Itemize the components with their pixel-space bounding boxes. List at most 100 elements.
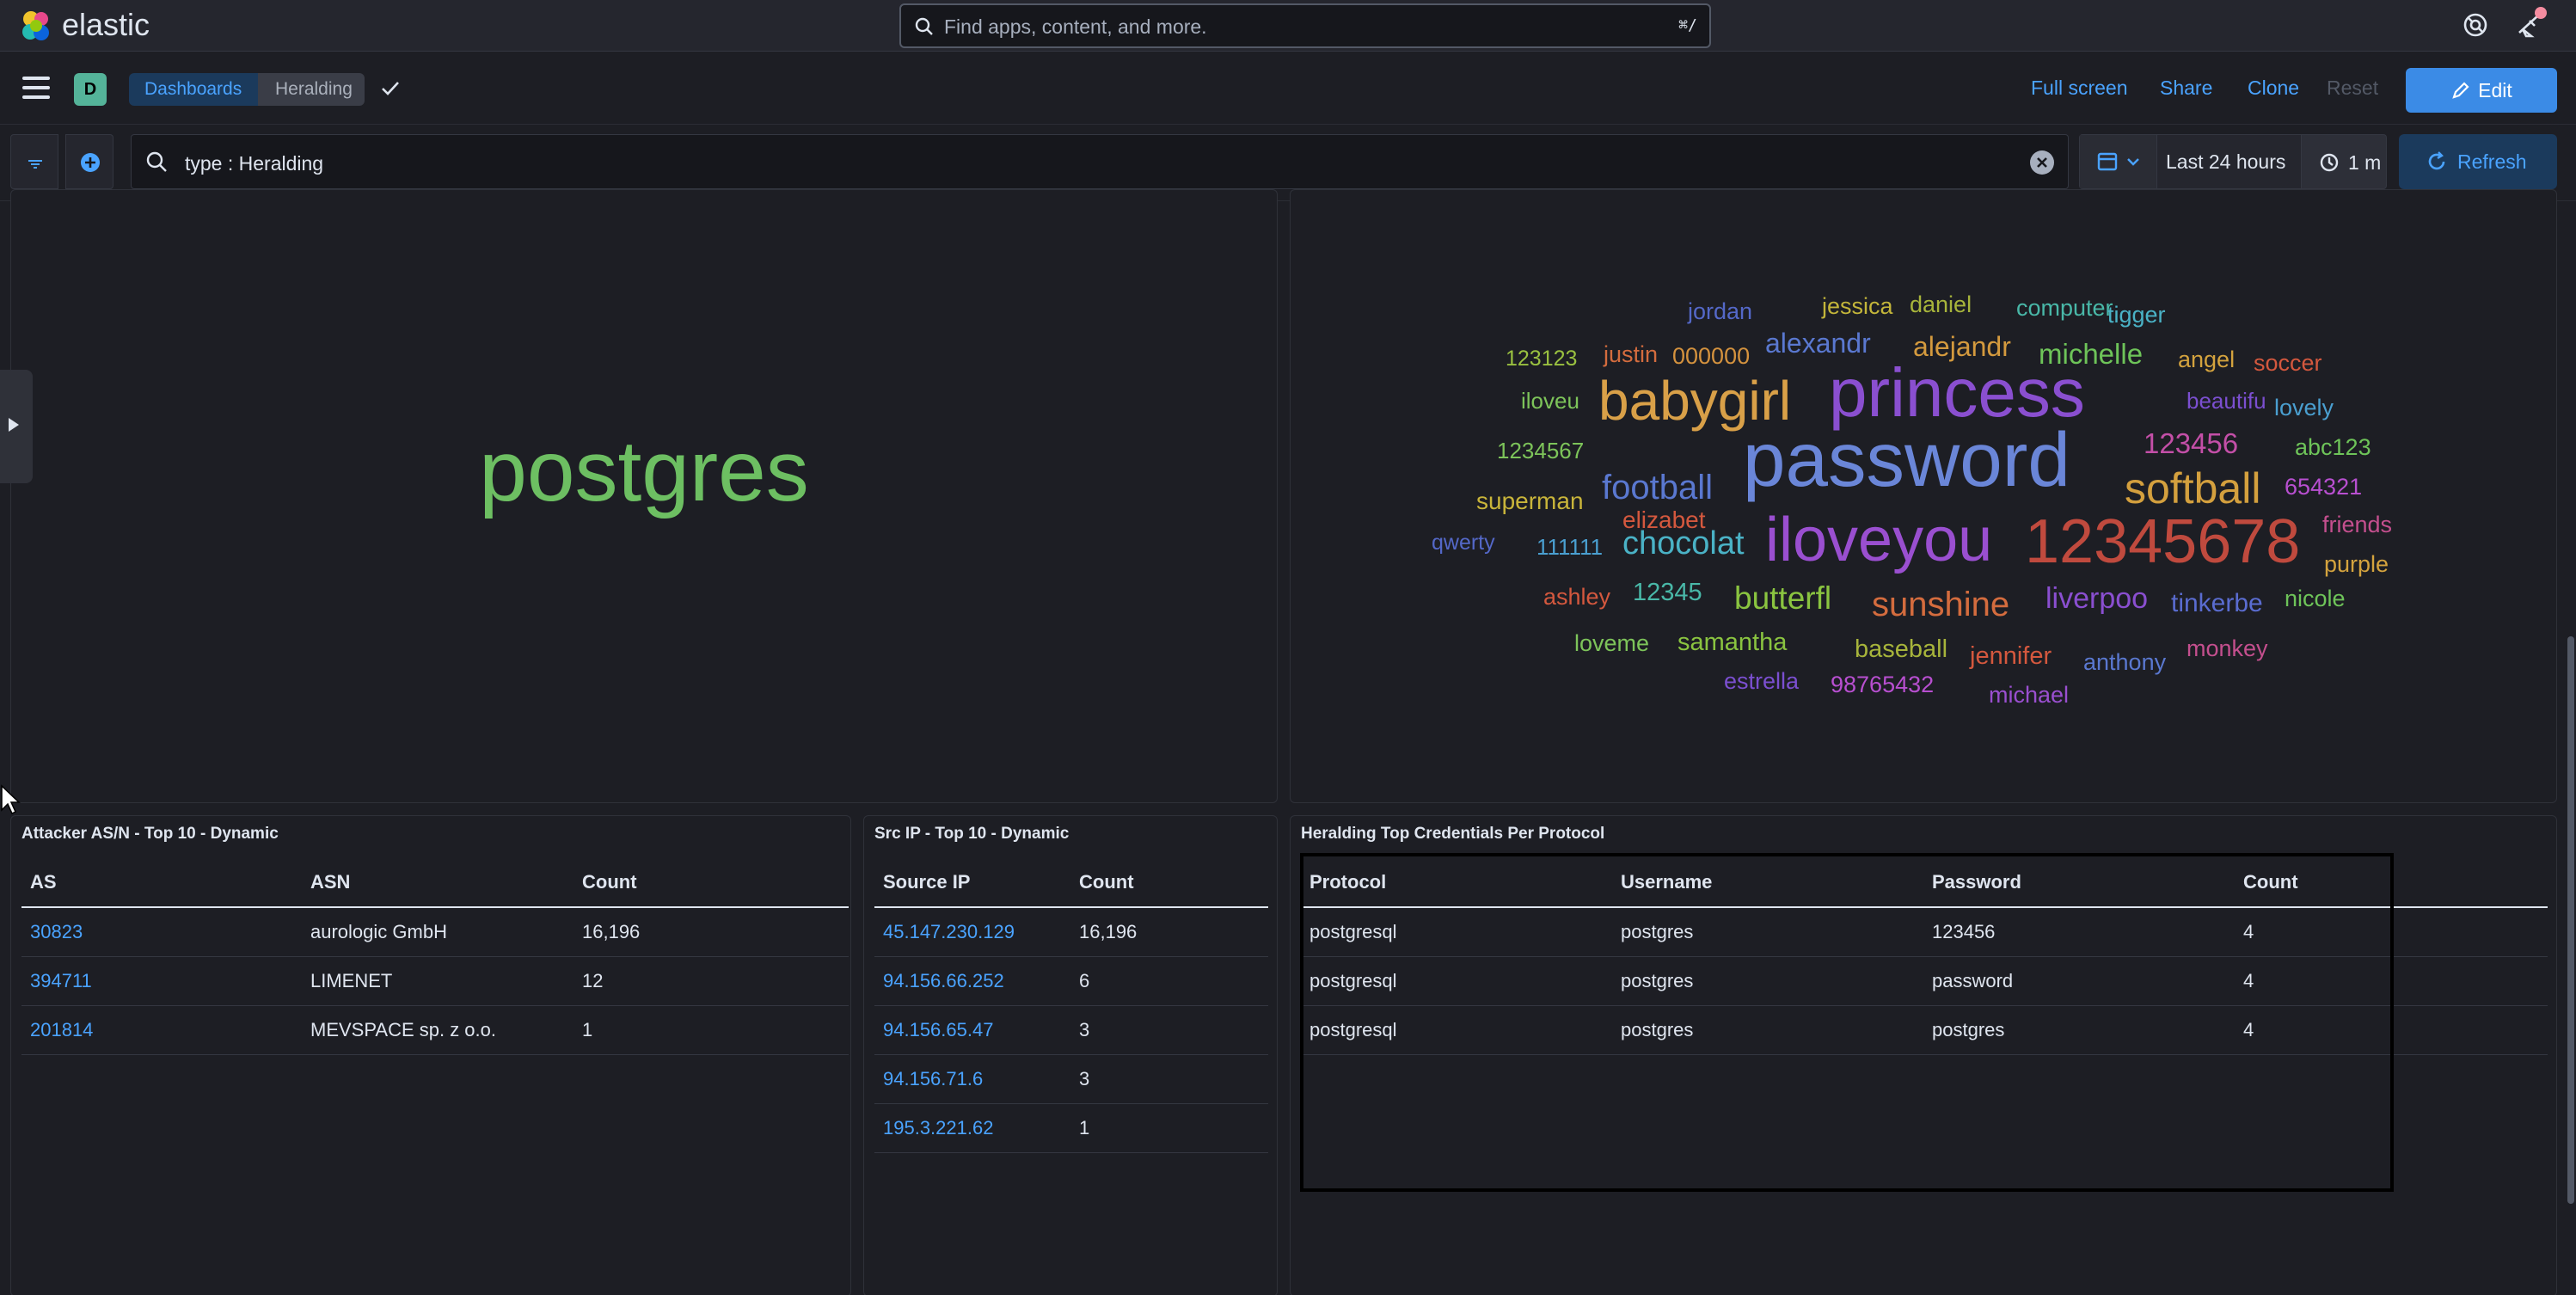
tagcloud-word[interactable]: baseball — [1855, 635, 1947, 664]
tagcloud-word[interactable]: 123123 — [1506, 347, 1577, 371]
full-screen-link[interactable]: Full screen — [2031, 77, 2127, 100]
tagcloud-word[interactable]: 654321 — [2285, 474, 2362, 500]
news-feed-button[interactable] — [2514, 7, 2547, 40]
tagcloud-word[interactable]: jennifer — [1970, 642, 2052, 671]
tagcloud-word[interactable]: superman — [1476, 488, 1584, 515]
tagcloud-word[interactable]: samantha — [1677, 629, 1787, 657]
tagcloud-word[interactable]: 111111 — [1536, 534, 1603, 561]
tagcloud-word[interactable]: 12345 — [1633, 579, 1702, 607]
tagcloud-word[interactable]: michael — [1989, 682, 2069, 709]
date-range-label[interactable]: Last 24 hours — [2166, 150, 2285, 174]
clone-link[interactable]: Clone — [2248, 77, 2299, 100]
tagcloud-word[interactable]: qwerty — [1432, 531, 1495, 555]
tagcloud-word[interactable]: friends — [2322, 512, 2392, 538]
column-header[interactable]: Count — [573, 857, 849, 908]
tagcloud-word[interactable]: liverpoo — [2045, 582, 2148, 616]
tagcloud-word[interactable]: estrella — [1724, 668, 1799, 695]
edit-button[interactable]: Edit — [2406, 68, 2557, 113]
share-link[interactable]: Share — [2160, 77, 2212, 100]
elastic-logo-icon[interactable] — [19, 9, 53, 43]
panel-expand-tab[interactable] — [0, 370, 33, 483]
global-header: elastic Find apps, content, and more. ⌘/ — [0, 0, 2576, 52]
tagcloud-word[interactable]: lovely — [2274, 395, 2334, 421]
as-cell[interactable]: 201814 — [21, 1005, 302, 1055]
tagcloud-word[interactable]: iloveyou — [1765, 505, 1992, 575]
app-navbar: D Dashboards Heralding Full screen Share… — [0, 52, 2576, 125]
password-tagcloud: jordan jessica daniel computer tigger 123123 j… — [1291, 190, 2558, 804]
quick-select-button[interactable] — [2080, 135, 2157, 188]
global-search[interactable]: Find apps, content, and more. ⌘/ — [899, 3, 1711, 48]
global-search-input[interactable]: Find apps, content, and more. — [944, 15, 1207, 39]
table-row: 94.156.66.252 6 — [874, 956, 1268, 1006]
ip-cell[interactable]: 94.156.71.6 — [874, 1054, 1070, 1104]
help-icon[interactable] — [2461, 10, 2490, 40]
table-row: 45.147.230.129 16,196 — [874, 907, 1268, 957]
tagcloud-word[interactable]: justin — [1604, 341, 1658, 368]
tagcloud-word[interactable]: password — [1743, 415, 2070, 504]
date-picker[interactable]: Last 24 hours — [2079, 134, 2315, 189]
clear-icon[interactable] — [2030, 150, 2054, 175]
breadcrumb-dashboards[interactable]: Dashboards — [129, 73, 258, 106]
space-avatar[interactable]: D — [74, 73, 107, 106]
tagcloud-word[interactable]: abc123 — [2295, 434, 2371, 461]
tagcloud-word[interactable]: football — [1602, 469, 1713, 507]
tagcloud-word[interactable]: tigger — [2107, 302, 2166, 328]
tagcloud-word[interactable]: loveme — [1574, 630, 1649, 657]
add-filter-button[interactable] — [65, 134, 113, 189]
tagcloud-word[interactable]: soccer — [2254, 350, 2322, 377]
query-text[interactable]: type : Heralding — [185, 152, 323, 175]
tagcloud-word[interactable]: angel — [2178, 347, 2235, 373]
reset-link[interactable]: Reset — [2327, 77, 2378, 100]
notification-dot — [2535, 7, 2547, 19]
menu-icon[interactable] — [22, 77, 50, 99]
panel-title: Src IP - Top 10 - Dynamic — [874, 825, 1070, 843]
asn-cell: aurologic GmbH — [302, 907, 573, 957]
tagcloud-word[interactable]: 12345678 — [2025, 506, 2300, 577]
pencil-icon — [2452, 82, 2469, 99]
interval-label: 1 m — [2348, 151, 2382, 174]
column-header[interactable]: Count — [1070, 857, 1268, 908]
refresh-button[interactable]: Refresh — [2399, 134, 2557, 189]
refresh-interval[interactable]: 1 m — [2301, 134, 2387, 189]
filter-menu-button[interactable] — [10, 134, 58, 189]
table-row: 201814 MEVSPACE sp. z o.o. 1 — [21, 1005, 849, 1055]
tagcloud-word[interactable]: butterfl — [1734, 580, 1831, 617]
tagcloud-word[interactable]: tinkerbe — [2171, 589, 2263, 618]
query-input[interactable]: type : Heralding — [131, 134, 2069, 189]
tagcloud-word[interactable]: anthony — [2083, 649, 2166, 676]
refresh-icon — [2428, 151, 2445, 170]
tagcloud-word[interactable]: postgres — [11, 422, 1277, 521]
tagcloud-word[interactable]: jessica — [1822, 293, 1893, 320]
column-header[interactable]: AS — [21, 857, 302, 908]
count-cell: 1 — [1070, 1103, 1268, 1153]
filter-icon — [28, 160, 42, 169]
tagcloud-word[interactable]: 123456 — [2144, 427, 2238, 460]
tagcloud-word[interactable]: 98765432 — [1831, 672, 1934, 698]
ip-cell[interactable]: 45.147.230.129 — [874, 907, 1070, 957]
column-header[interactable]: Source IP — [874, 857, 1070, 908]
tagcloud-word[interactable]: chocolat — [1622, 525, 1745, 562]
tagcloud-word[interactable]: ashley — [1543, 584, 1610, 611]
kibana-dashboard: elastic Find apps, content, and more. ⌘/… — [0, 0, 2576, 1295]
plus-circle-icon — [81, 153, 100, 172]
page-scrollbar[interactable] — [2567, 636, 2574, 1204]
tagcloud-word[interactable]: 1234567 — [1497, 438, 1584, 464]
tagcloud-word[interactable]: sunshine — [1872, 586, 2009, 624]
ip-cell[interactable]: 94.156.65.47 — [874, 1005, 1070, 1055]
column-header[interactable]: ASN — [302, 857, 573, 908]
tagcloud-word[interactable]: jordan — [1688, 298, 1752, 325]
asn-cell: MEVSPACE sp. z o.o. — [302, 1005, 573, 1055]
as-cell[interactable]: 394711 — [21, 956, 302, 1006]
tagcloud-word[interactable]: daniel — [1910, 292, 1972, 318]
tagcloud-word[interactable]: beautifu — [2187, 388, 2266, 414]
tagcloud-word[interactable]: purple — [2324, 551, 2389, 578]
tagcloud-word[interactable]: monkey — [2187, 635, 2268, 662]
tagcloud-word[interactable]: iloveu — [1521, 388, 1579, 414]
tagcloud-word[interactable]: nicole — [2285, 586, 2346, 612]
tagcloud-word[interactable]: computer — [2016, 295, 2113, 322]
ip-cell[interactable]: 94.156.66.252 — [874, 956, 1070, 1006]
mouse-cursor-icon — [1, 784, 21, 815]
tagcloud-word[interactable]: 000000 — [1672, 343, 1750, 370]
as-cell[interactable]: 30823 — [21, 907, 302, 957]
ip-cell[interactable]: 195.3.221.62 — [874, 1103, 1070, 1153]
